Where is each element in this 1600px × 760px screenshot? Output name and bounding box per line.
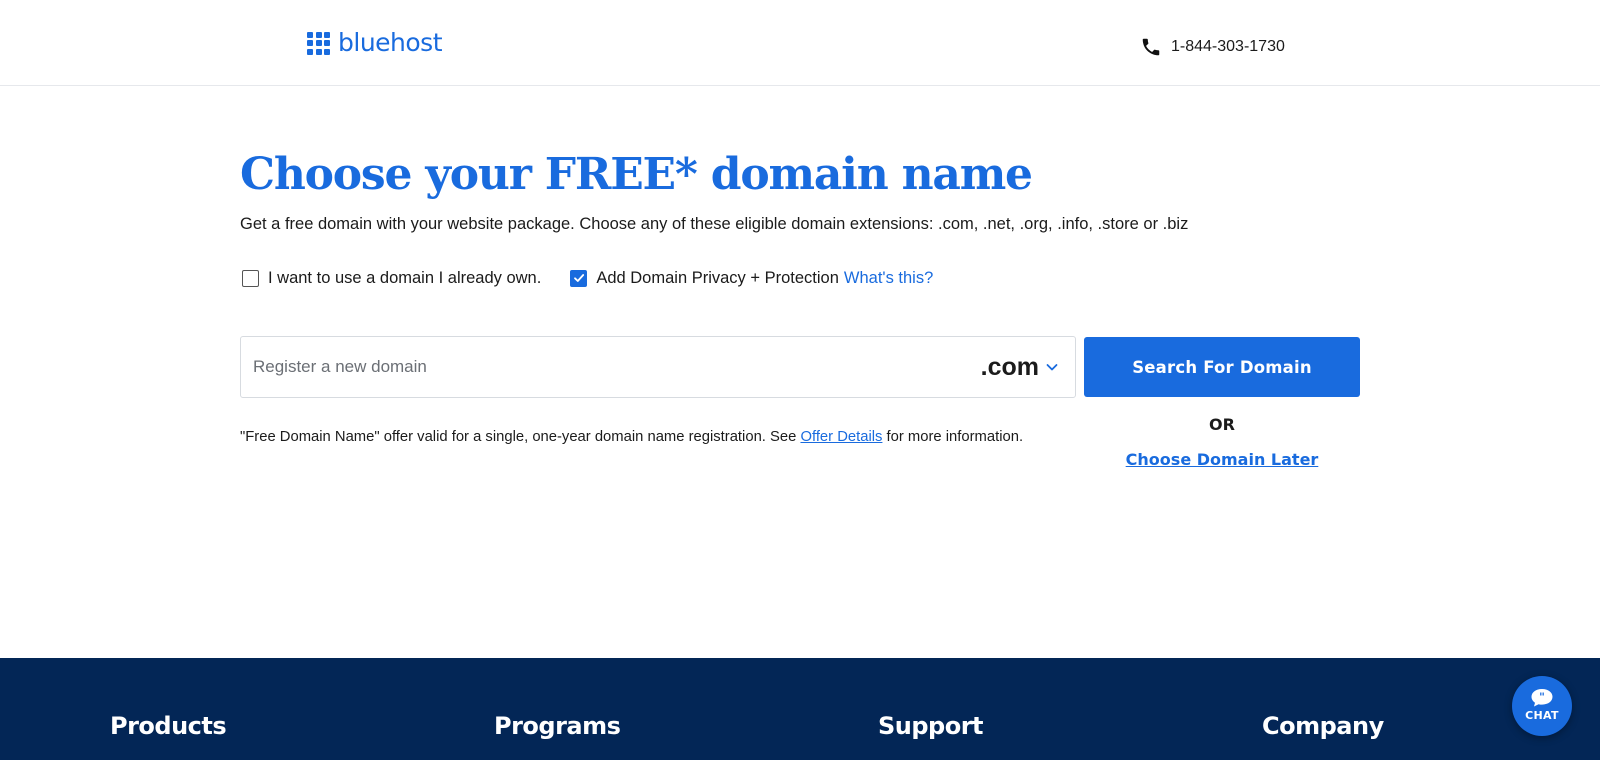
chat-label: CHAT [1525, 709, 1559, 722]
svg-text:": " [1539, 690, 1545, 703]
own-domain-option[interactable]: I want to use a domain I already own. [242, 267, 541, 289]
bluehost-logo[interactable]: bluehost [307, 28, 443, 58]
own-domain-checkbox[interactable] [242, 269, 259, 287]
page-subtitle: Get a free domain with your website pack… [240, 215, 1189, 233]
or-divider: OR [1209, 415, 1235, 434]
own-domain-label: I want to use a domain I already own. [268, 269, 542, 287]
chevron-down-icon [1046, 364, 1058, 371]
phone-number: 1-844-303-1730 [1171, 38, 1285, 55]
offer-disclaimer: "Free Domain Name" offer valid for a sin… [240, 427, 1023, 447]
footer-heading-products: Products [110, 712, 227, 740]
checkmark-icon [573, 274, 584, 282]
footer-heading-programs: Programs [494, 712, 621, 740]
privacy-label: Add Domain Privacy + Protection [596, 269, 839, 287]
offer-details-link[interactable]: Offer Details [800, 429, 882, 445]
logo-text: bluehost [338, 28, 443, 57]
choose-domain-later-link[interactable]: Choose Domain Later [1084, 449, 1360, 471]
domain-search-input[interactable] [253, 337, 953, 397]
domain-options: I want to use a domain I already own. Ad… [242, 267, 933, 289]
site-header: bluehost 1-844-303-1730 [0, 0, 1600, 86]
whats-this-link[interactable]: What's this? [844, 269, 933, 288]
footer-heading-company: Company [1262, 712, 1384, 740]
site-footer [0, 658, 1600, 760]
chat-bubble-icon: " [1531, 689, 1553, 707]
disclaimer-text-before: "Free Domain Name" offer valid for a sin… [240, 429, 801, 445]
disclaimer-text-after: for more information. [882, 429, 1024, 445]
chat-button[interactable]: " CHAT [1512, 676, 1572, 736]
privacy-checkbox[interactable] [570, 269, 588, 287]
page-title: Choose your FREE* domain name [240, 149, 1033, 200]
domain-search-box: .com [240, 336, 1076, 398]
tld-value: .com [980, 352, 1039, 381]
tld-dropdown[interactable]: .com [981, 337, 1059, 397]
privacy-option[interactable]: Add Domain Privacy + Protection [570, 267, 839, 289]
phone-link[interactable]: 1-844-303-1730 [1140, 36, 1285, 58]
phone-icon [1142, 38, 1160, 56]
footer-heading-support: Support [878, 712, 984, 740]
search-domain-button[interactable]: Search For Domain [1084, 337, 1360, 397]
logo-grid-icon [307, 31, 330, 55]
